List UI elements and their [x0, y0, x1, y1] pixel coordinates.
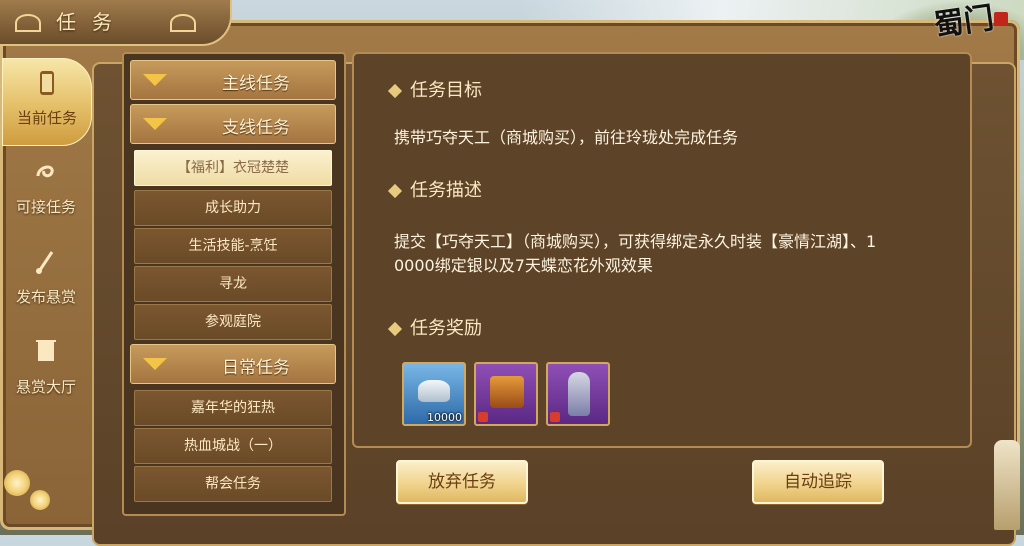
reward-slot[interactable]: 10000 — [402, 362, 466, 426]
gift-chest-icon — [490, 376, 524, 408]
banner-icon — [36, 340, 56, 361]
diamond-bullet-icon — [387, 321, 403, 337]
tab-label: 可接任务 — [15, 198, 76, 216]
scroll-icon — [40, 71, 54, 95]
goal-heading: 任务目标 — [387, 76, 482, 102]
chevron-down-icon — [143, 74, 167, 86]
silver-ingot-icon — [418, 380, 450, 402]
quest-item[interactable]: 嘉年华的狂热 — [134, 390, 332, 426]
logo-seal-icon — [994, 12, 1008, 26]
reward-quantity: 10000 — [427, 411, 462, 424]
window-title-tab: 任务 — [0, 0, 232, 46]
description-line: 0000绑定银以及7天蝶恋花外观效果 — [394, 256, 653, 275]
reward-heading-text: 任务奖励 — [410, 318, 482, 339]
quest-item[interactable]: 帮会任务 — [134, 466, 332, 502]
lock-icon — [550, 412, 560, 422]
quest-detail-panel: 任务目标 携带巧夺天工（商城购买），前往玲珑处完成任务 任务描述 提交【巧夺天工… — [352, 52, 972, 448]
category-label: 支线任务 — [222, 118, 290, 138]
window-title: 任务 — [56, 10, 128, 34]
quest-item[interactable]: 成长助力 — [134, 190, 332, 226]
tab-bounty-hall[interactable]: 悬赏大厅 — [2, 328, 90, 414]
tab-label: 发布悬赏 — [15, 288, 76, 306]
tab-post-bounty[interactable]: 发布悬赏 — [2, 238, 90, 324]
quest-item-selected[interactable]: 【福利】衣冠楚楚 — [134, 150, 332, 186]
diamond-bullet-icon — [387, 83, 403, 99]
abandon-quest-button[interactable]: 放弃任务 — [396, 460, 528, 504]
title-ornament-icon — [170, 14, 196, 32]
quest-list-panel: 主线任务 支线任务 【福利】衣冠楚楚 成长助力 生活技能-烹饪 寻龙 参观庭院 … — [122, 52, 346, 516]
chevron-down-icon — [143, 358, 167, 370]
quest-item[interactable]: 参观庭院 — [134, 304, 332, 340]
flower-decoration-icon — [4, 470, 30, 496]
quest-item[interactable]: 生活技能-烹饪 — [134, 228, 332, 264]
category-side-quests[interactable]: 支线任务 — [130, 104, 336, 144]
category-label: 主线任务 — [222, 74, 290, 94]
costume-figure-icon — [568, 372, 590, 416]
category-label: 日常任务 — [222, 358, 290, 378]
description-heading-text: 任务描述 — [410, 180, 482, 201]
goal-heading-text: 任务目标 — [410, 80, 482, 101]
description-line: 提交【巧夺天工】（商城购买），可获得绑定永久时装【豪情江湖】、1 — [394, 232, 877, 251]
auto-track-button[interactable]: 自动追踪 — [752, 460, 884, 504]
brush-icon — [36, 251, 54, 274]
title-ornament-icon — [15, 14, 41, 32]
chevron-down-icon — [143, 118, 167, 130]
quest-item[interactable]: 热血城战（一） — [134, 428, 332, 464]
tab-label: 当前任务 — [16, 109, 77, 127]
goal-text: 携带巧夺天工（商城购买），前往玲珑处完成任务 — [394, 128, 739, 147]
lock-icon — [478, 412, 488, 422]
description-text: 提交【巧夺天工】（商城购买），可获得绑定永久时装【豪情江湖】、1 0000绑定银… — [394, 230, 954, 278]
category-daily-quests[interactable]: 日常任务 — [130, 344, 336, 384]
reward-slot[interactable] — [546, 362, 610, 426]
tab-label: 悬赏大厅 — [15, 378, 76, 396]
reward-heading: 任务奖励 — [387, 314, 482, 340]
diamond-bullet-icon — [387, 183, 403, 199]
quest-item[interactable]: 寻龙 — [134, 266, 332, 302]
tab-available-quests[interactable]: 可接任务 — [2, 148, 90, 234]
tab-current-quests[interactable]: 当前任务 — [2, 58, 92, 146]
lantern-decoration-icon — [994, 440, 1020, 530]
side-tab-bar: 当前任务 可接任务 发布悬赏 悬赏大厅 — [2, 48, 92, 518]
flower-decoration-icon — [30, 490, 50, 510]
description-heading: 任务描述 — [387, 176, 482, 202]
swirl-icon — [36, 165, 54, 178]
category-main-quests[interactable]: 主线任务 — [130, 60, 336, 100]
reward-slot[interactable] — [474, 362, 538, 426]
